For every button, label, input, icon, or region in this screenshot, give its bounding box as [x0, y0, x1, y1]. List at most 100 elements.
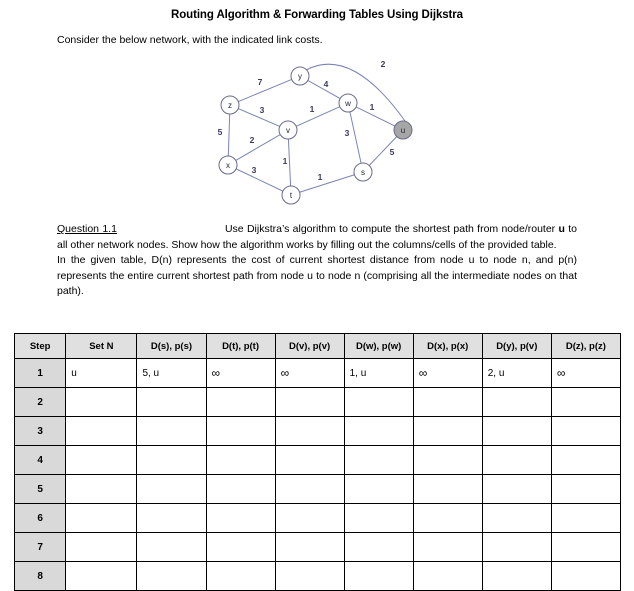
distance-predecessor-cell[interactable]	[274, 445, 345, 475]
distance-predecessor-cell[interactable]	[343, 387, 414, 417]
distance-predecessor-cell[interactable]	[136, 561, 207, 591]
column-header-d-y-p-v: D(y), p(v)	[481, 333, 552, 359]
infinity-symbol: ∞	[211, 365, 221, 380]
distance-predecessor-cell[interactable]	[274, 416, 345, 446]
edge-cost-label-v-w: 1	[310, 104, 315, 114]
distance-predecessor-cell[interactable]: 1, u	[343, 358, 414, 388]
distance-predecessor-cell[interactable]	[412, 503, 483, 533]
graph-node-s: s	[353, 162, 373, 182]
distance-predecessor-cell[interactable]	[205, 503, 276, 533]
set-n-cell[interactable]	[65, 416, 138, 446]
distance-predecessor-cell[interactable]	[481, 474, 552, 504]
set-n-cell[interactable]	[65, 561, 138, 591]
table-row: 1 u 5, u ∞ ∞ 1, u ∞ 2, u ∞	[13, 358, 622, 388]
question-label: Question 1.1	[57, 223, 117, 235]
edge-cost-label-y-w: 4	[324, 79, 329, 89]
infinity-symbol: ∞	[418, 365, 428, 380]
edge-cost-label-z-x: 5	[218, 127, 223, 137]
distance-predecessor-cell[interactable]	[343, 503, 414, 533]
distance-predecessor-cell[interactable]	[136, 532, 207, 562]
distance-predecessor-cell[interactable]: ∞	[274, 358, 345, 388]
edge-cost-label-w-u: 1	[370, 102, 375, 112]
distance-predecessor-cell[interactable]	[205, 445, 276, 475]
distance-predecessor-cell[interactable]	[412, 532, 483, 562]
distance-predecessor-cell[interactable]	[481, 561, 552, 591]
distance-predecessor-cell[interactable]	[412, 445, 483, 475]
distance-predecessor-cell[interactable]	[205, 561, 276, 591]
edge-cost-label-s-u: 5	[390, 147, 395, 157]
distance-predecessor-cell[interactable]	[205, 532, 276, 562]
distance-predecessor-cell[interactable]	[136, 474, 207, 504]
distance-predecessor-cell[interactable]	[550, 532, 622, 562]
distance-predecessor-cell[interactable]	[274, 532, 345, 562]
column-header-d-w-p-w: D(w), p(w)	[343, 333, 414, 359]
distance-predecessor-cell[interactable]	[550, 416, 622, 446]
graph-node-t: t	[281, 185, 301, 205]
graph-node-label-s: s	[361, 168, 365, 177]
graph-edge-y-u	[305, 63, 406, 122]
distance-predecessor-cell[interactable]	[550, 387, 622, 417]
graph-edge-z-y	[238, 78, 292, 103]
distance-predecessor-cell[interactable]	[481, 387, 552, 417]
distance-predecessor-cell[interactable]	[412, 561, 483, 591]
set-n-cell[interactable]	[65, 387, 138, 417]
distance-predecessor-cell[interactable]	[205, 416, 276, 446]
distance-predecessor-cell[interactable]	[136, 503, 207, 533]
distance-predecessor-cell[interactable]	[412, 387, 483, 417]
step-number-cell: 1	[13, 358, 67, 388]
table-row: 5	[13, 474, 622, 504]
distance-predecessor-cell[interactable]: ∞	[550, 358, 622, 388]
distance-predecessor-cell[interactable]	[550, 474, 622, 504]
distance-predecessor-cell[interactable]	[412, 474, 483, 504]
distance-predecessor-cell[interactable]	[274, 503, 345, 533]
distance-predecessor-cell[interactable]: ∞	[205, 358, 276, 388]
distance-predecessor-cell[interactable]	[343, 445, 414, 475]
set-n-cell[interactable]: u	[65, 358, 138, 388]
distance-predecessor-cell[interactable]	[550, 503, 622, 533]
edge-cost-label-w-s: 3	[345, 128, 350, 138]
distance-predecessor-cell[interactable]	[136, 387, 207, 417]
distance-predecessor-cell[interactable]: 2, u	[481, 358, 552, 388]
distance-predecessor-cell[interactable]	[550, 445, 622, 475]
set-n-cell[interactable]	[65, 503, 138, 533]
distance-predecessor-cell[interactable]	[550, 561, 622, 591]
column-header-d-v-p-v: D(v), p(v)	[274, 333, 345, 359]
distance-predecessor-cell[interactable]	[481, 532, 552, 562]
question-paragraph-1: Question 1.1 Use Dijkstra’s algorithm to …	[57, 222, 577, 253]
distance-predecessor-cell[interactable]	[205, 474, 276, 504]
distance-predecessor-cell[interactable]	[481, 445, 552, 475]
distance-predecessor-cell[interactable]	[343, 416, 414, 446]
distance-predecessor-cell[interactable]	[136, 445, 207, 475]
distance-predecessor-cell[interactable]: 5, u	[136, 358, 207, 388]
set-n-cell[interactable]	[65, 474, 138, 504]
distance-predecessor-cell[interactable]	[274, 474, 345, 504]
distance-predecessor-cell[interactable]	[136, 416, 207, 446]
column-header-step: Step	[13, 333, 67, 359]
edge-cost-label-t-s: 1	[318, 172, 323, 182]
set-n-cell[interactable]	[65, 532, 138, 562]
graph-edge-x-v	[235, 134, 281, 161]
distance-predecessor-cell[interactable]	[343, 474, 414, 504]
dijkstra-table-wrapper: Step Set N D(s), p(s) D(t), p(t) D(v), p(v) D…	[13, 333, 622, 591]
distance-predecessor-cell[interactable]	[205, 387, 276, 417]
graph-node-z: z	[220, 95, 240, 115]
distance-predecessor-cell[interactable]	[481, 416, 552, 446]
table-header-row: Step Set N D(s), p(s) D(t), p(t) D(v), p(v) D…	[13, 333, 622, 359]
graph-edge-v-w	[296, 106, 340, 127]
graph-edge-v-t	[287, 138, 292, 187]
distance-predecessor-cell[interactable]	[274, 561, 345, 591]
distance-predecessor-cell[interactable]	[481, 503, 552, 533]
distance-predecessor-cell[interactable]	[274, 387, 345, 417]
edge-cost-label-x-v: 2	[250, 135, 255, 145]
table-row: 7	[13, 532, 622, 562]
table-header: Step Set N D(s), p(s) D(t), p(t) D(v), p(v) D…	[13, 333, 622, 359]
graph-edge-x-t	[235, 168, 284, 192]
graph-node-label-z: z	[228, 101, 232, 110]
distance-predecessor-cell[interactable]	[343, 561, 414, 591]
distance-predecessor-cell[interactable]: ∞	[412, 358, 483, 388]
column-header-set-n: Set N	[65, 333, 138, 359]
distance-predecessor-cell[interactable]	[343, 532, 414, 562]
graph-node-x: x	[218, 155, 238, 175]
distance-predecessor-cell[interactable]	[412, 416, 483, 446]
set-n-cell[interactable]	[65, 445, 138, 475]
